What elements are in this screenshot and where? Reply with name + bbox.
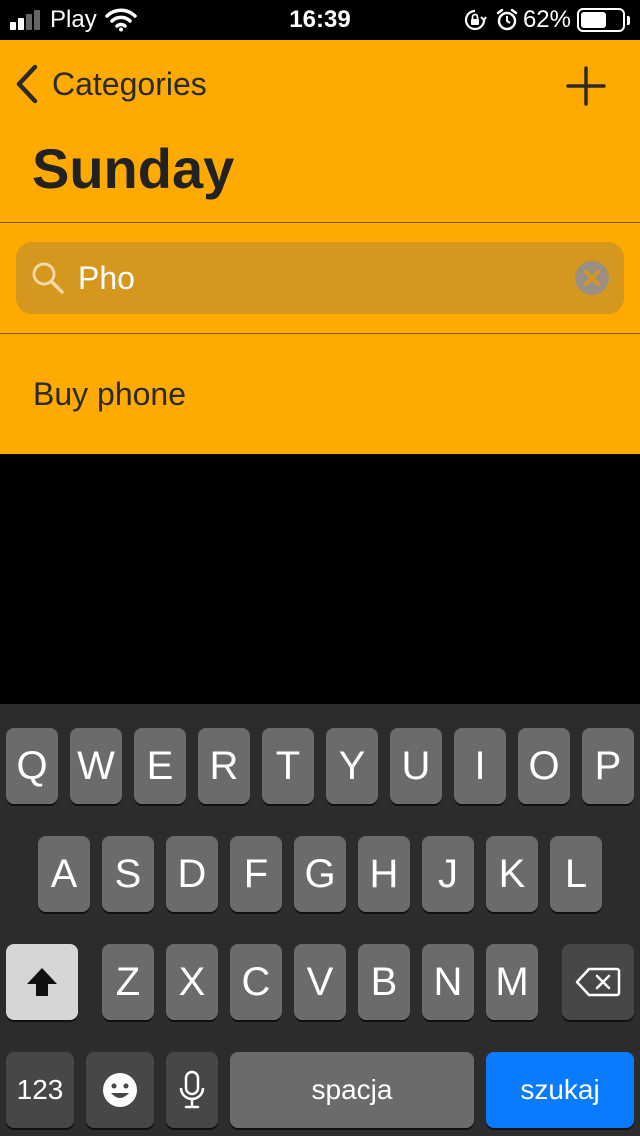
space-key[interactable]: spacja [230,1052,474,1128]
key-j[interactable]: J [422,836,474,912]
key-u[interactable]: U [390,728,442,804]
plus-icon [566,66,606,106]
shift-icon [27,968,57,996]
key-t[interactable]: T [262,728,314,804]
orientation-lock-icon [464,9,487,31]
key-m[interactable]: M [486,944,538,1020]
list-item[interactable]: Buy phone [33,376,186,413]
key-a[interactable]: A [38,836,90,912]
key-b[interactable]: B [358,944,410,1020]
key-v[interactable]: V [294,944,346,1020]
key-l[interactable]: L [550,836,602,912]
shift-key[interactable] [6,944,78,1020]
key-x[interactable]: X [166,944,218,1020]
key-w[interactable]: W [70,728,122,804]
search-region [0,223,640,333]
backspace-key[interactable] [562,944,634,1020]
key-p[interactable]: P [582,728,634,804]
battery-icon [577,8,625,32]
dictation-key[interactable] [166,1052,218,1128]
carrier-name: Play [50,6,97,33]
key-f[interactable]: F [230,836,282,912]
battery-level-fill [581,12,606,28]
clear-search-icon[interactable] [575,261,609,295]
key-d[interactable]: D [166,836,218,912]
page-title: Sunday [32,137,235,200]
search-icon [32,262,64,294]
navigation-header: Categories Sunday [0,40,640,222]
emoji-icon [103,1073,137,1107]
key-c[interactable]: C [230,944,282,1020]
numbers-key[interactable]: 123 [6,1052,74,1128]
back-button-label: Categories [52,65,207,102]
battery-tip [627,15,630,25]
keyboard: 123 spacja szukaj QWERTYUIOP ASDFGHJKL ZXC… [0,704,640,1136]
status-right: 62% [463,6,630,34]
search-input[interactable] [78,256,568,300]
alarm-icon [496,8,518,31]
key-z[interactable]: Z [102,944,154,1020]
wifi-icon [104,8,137,32]
key-e[interactable]: E [134,728,186,804]
key-o[interactable]: O [518,728,570,804]
delete-icon [575,967,621,997]
results-list: Buy phone [0,334,640,454]
key-h[interactable]: H [358,836,410,912]
signal-strength-icon [10,10,42,30]
key-s[interactable]: S [102,836,154,912]
back-button[interactable]: Categories [14,62,207,106]
key-k[interactable]: K [486,836,538,912]
emoji-key[interactable] [86,1052,154,1128]
chevron-left-icon [16,64,38,104]
search-return-key[interactable]: szukaj [486,1052,634,1128]
status-left: Play [10,6,137,34]
key-g[interactable]: G [294,836,346,912]
key-r[interactable]: R [198,728,250,804]
microphone-icon [179,1070,205,1109]
search-bar[interactable] [16,242,624,314]
key-n[interactable]: N [422,944,474,1020]
key-q[interactable]: Q [6,728,58,804]
status-bar: Play 16:39 62% [0,0,640,40]
key-y[interactable]: Y [326,728,378,804]
battery-percent: 62% [522,6,571,33]
add-button[interactable] [562,62,610,110]
key-i[interactable]: I [454,728,506,804]
